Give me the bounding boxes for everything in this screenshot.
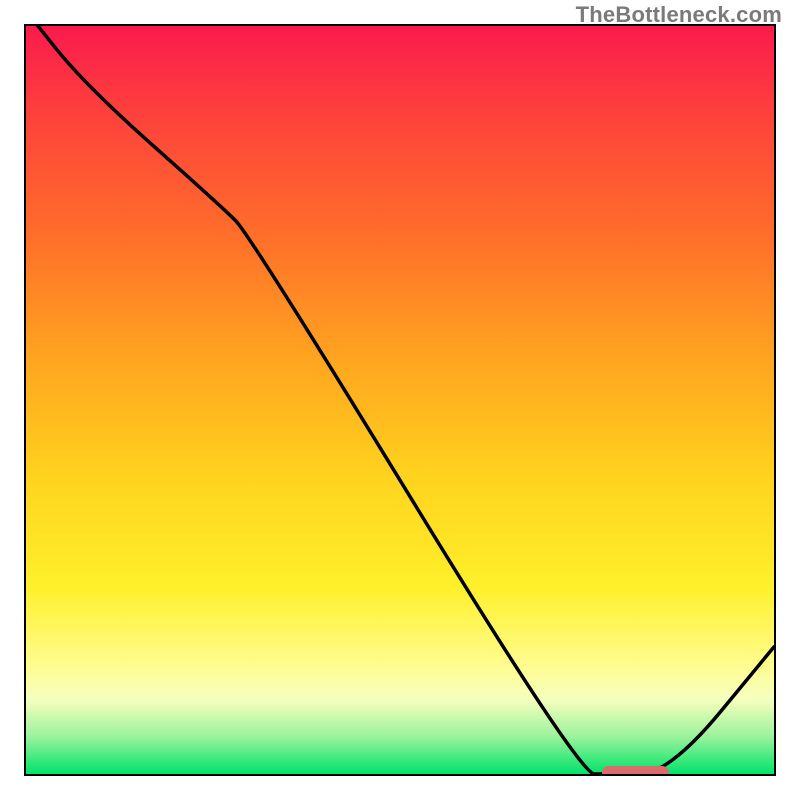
bottleneck-curve <box>26 26 774 774</box>
target-marker <box>602 766 669 776</box>
chart-container: TheBottleneck.com <box>0 0 800 800</box>
plot-area <box>24 24 776 776</box>
